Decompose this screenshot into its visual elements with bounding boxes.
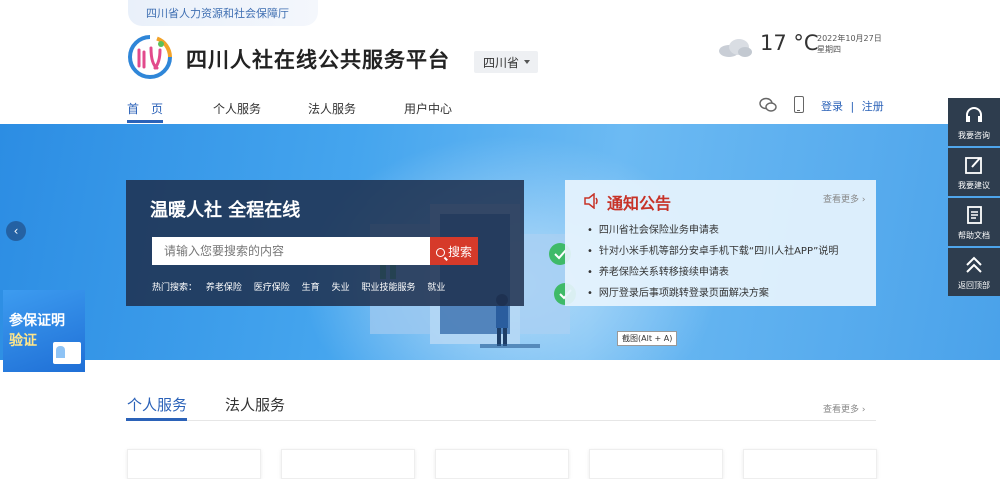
nav-home[interactable]: 首 页: [127, 100, 163, 117]
notice-item[interactable]: 四川省社会保险业务申请表: [587, 220, 838, 241]
ministry-ribbon: 四川省人力资源和社会保障厅: [128, 0, 318, 26]
service-card[interactable]: [589, 449, 723, 479]
id-card-icon: [53, 342, 81, 364]
hot-search-label: 热门搜索：: [152, 283, 198, 293]
hot-term[interactable]: 养老保险: [206, 283, 242, 293]
register-link[interactable]: 注册: [862, 100, 884, 113]
login-link[interactable]: 登录: [821, 100, 843, 113]
hot-search: 热门搜索： 养老保险 医疗保险 生育 失业 职业技能服务 就业: [152, 280, 454, 293]
notice-item[interactable]: 针对小米手机等部分安卓手机下载“四川人社APP”说明: [587, 241, 838, 262]
region-selector[interactable]: 四川省: [474, 51, 538, 73]
sidebar-help-button[interactable]: 帮助文档: [948, 198, 1000, 246]
auth-divider: |: [850, 100, 855, 113]
edit-icon: [965, 157, 982, 174]
services-more-label: 查看更多: [823, 405, 860, 415]
nav-user-center[interactable]: 用户中心: [404, 100, 452, 117]
wechat-icon[interactable]: [759, 97, 777, 113]
notice-item[interactable]: 养老保险关系转移接续申请表: [587, 262, 838, 283]
search-panel: 温暖人社 全程在线 搜索 热门搜索： 养老保险 医疗保险 生育 失业 职业技能服…: [126, 180, 524, 306]
tab-corporate-services[interactable]: 法人服务: [225, 394, 285, 415]
region-label: 四川省: [483, 56, 520, 70]
nav-active-indicator: [127, 120, 163, 123]
notice-item[interactable]: 网厅登录后事项跳转登录页面解决方案: [587, 283, 838, 304]
weekday-text: 星期四: [817, 45, 841, 54]
hot-term[interactable]: 生育: [302, 283, 320, 293]
sidebar-consult-button[interactable]: 我要咨询: [948, 98, 1000, 146]
search-button[interactable]: 搜索: [430, 237, 478, 265]
auth-links: 登录 | 注册: [821, 98, 884, 114]
mobile-icon[interactable]: [794, 96, 804, 113]
insurance-cert-badge[interactable]: 参保证明 验证: [3, 290, 85, 372]
main-nav: 首 页 个人服务 法人服务 用户中心 登录 | 注册: [0, 96, 1000, 124]
service-card[interactable]: [281, 449, 415, 479]
site-title: 四川人社在线公共服务平台: [186, 48, 450, 72]
chevron-down-icon: [524, 60, 530, 64]
sidebar-label: 帮助文档: [958, 231, 990, 240]
site-logo[interactable]: [127, 34, 173, 80]
tab-active-indicator: [126, 418, 187, 421]
service-card[interactable]: [435, 449, 569, 479]
search-input[interactable]: [152, 237, 430, 265]
service-card[interactable]: [127, 449, 261, 479]
hero-banner: ‹ 温暖人社 全程在线 搜索 热门搜索： 养老保险 医疗保险 生育 失业 职业技…: [0, 124, 1000, 360]
search-icon: [436, 248, 445, 257]
nav-corporate[interactable]: 法人服务: [308, 100, 356, 117]
sidebar-back-to-top-button[interactable]: 返回顶部: [948, 248, 1000, 296]
cert-badge-line1: 参保证明: [9, 313, 65, 329]
hot-term[interactable]: 就业: [427, 283, 445, 293]
banner-slogan: 温暖人社 全程在线: [150, 200, 301, 221]
sidebar-label: 我要咨询: [958, 131, 990, 140]
sidebar-label: 返回顶部: [958, 281, 990, 290]
hot-term[interactable]: 医疗保险: [254, 283, 290, 293]
search-button-label: 搜索: [448, 245, 473, 259]
screenshot-tooltip: 截图(Alt + A): [617, 331, 678, 346]
sidebar-suggest-button[interactable]: 我要建议: [948, 148, 1000, 196]
chevron-right-icon: ›: [861, 195, 866, 205]
notice-more-link[interactable]: 查看更多 ›: [823, 192, 866, 205]
notice-list: 四川省社会保险业务申请表 针对小米手机等部分安卓手机下载“四川人社APP”说明 …: [587, 220, 838, 304]
cert-badge-line2: 验证: [9, 333, 37, 349]
section-divider: [126, 420, 876, 421]
hot-term[interactable]: 职业技能服务: [361, 283, 415, 293]
sidebar-label: 我要建议: [958, 181, 990, 190]
temperature: 17 °C: [760, 31, 819, 55]
notice-more-label: 查看更多: [823, 195, 860, 205]
services-more-link[interactable]: 查看更多 ›: [823, 402, 866, 415]
nav-personal[interactable]: 个人服务: [213, 100, 261, 117]
chevron-right-icon: ›: [861, 405, 866, 415]
tab-personal-services[interactable]: 个人服务: [127, 394, 187, 415]
double-chevron-up-icon: [966, 256, 982, 273]
speaker-icon: [584, 193, 598, 209]
date-block: 2022年10月27日 星期四: [817, 33, 882, 55]
document-icon: [967, 206, 982, 224]
headset-icon: [966, 107, 982, 122]
notice-panel: 通知公告 查看更多 › 四川省社会保险业务申请表 针对小米手机等部分安卓手机下载…: [565, 180, 876, 306]
hot-term[interactable]: 失业: [332, 283, 350, 293]
service-card[interactable]: [743, 449, 877, 479]
notice-title: 通知公告: [607, 194, 672, 213]
carousel-prev-button[interactable]: ‹: [6, 221, 26, 241]
cloud-icon: [719, 39, 752, 57]
ministry-name: 四川省人力资源和社会保障厅: [146, 7, 289, 20]
date-text: 2022年10月27日: [817, 34, 882, 43]
